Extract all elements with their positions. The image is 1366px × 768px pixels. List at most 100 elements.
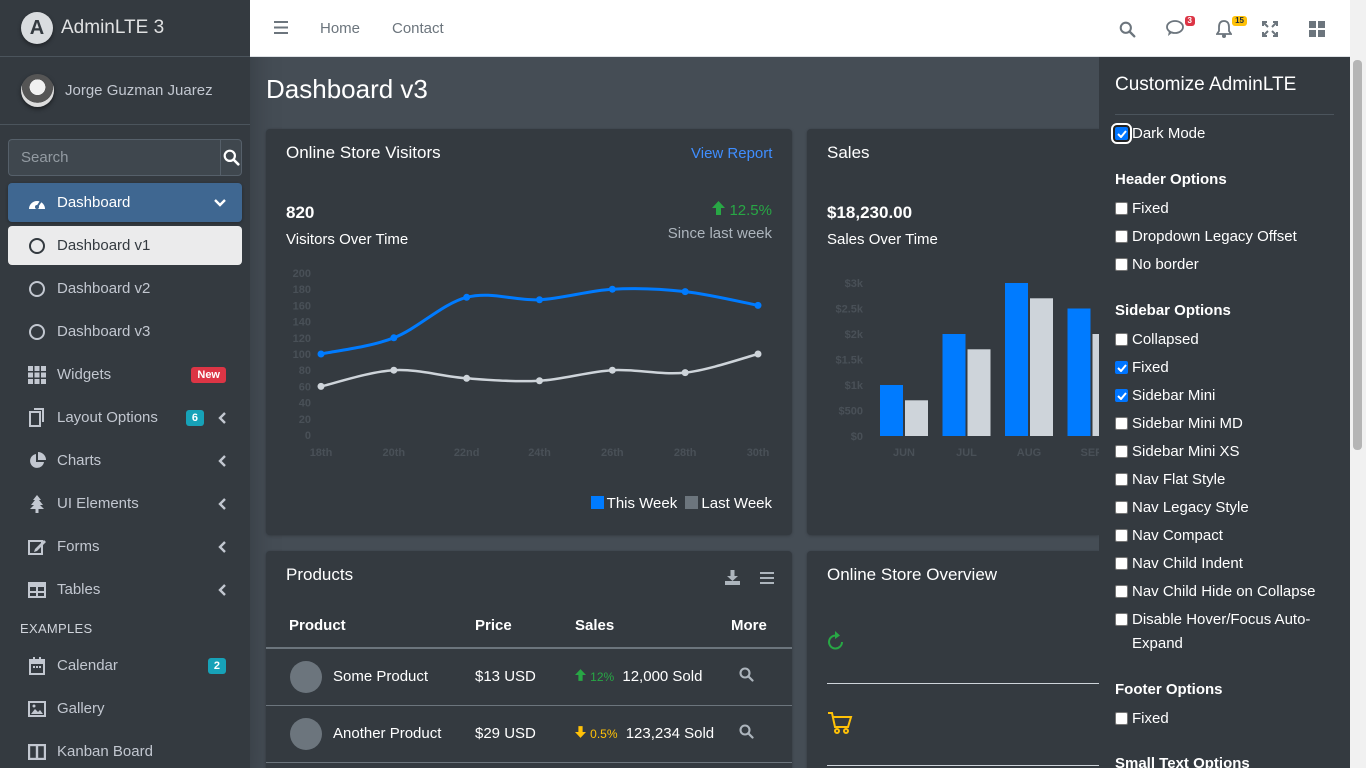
bar-jun-last-week[interactable] [905, 400, 928, 436]
nav-link-contact[interactable]: Contact [392, 20, 444, 37]
option-checkbox[interactable] [1115, 613, 1128, 626]
option-sidebar-mini-xs[interactable]: Sidebar Mini XS [1115, 440, 1335, 464]
option-no-border[interactable]: No border [1115, 253, 1335, 277]
user-name[interactable]: Jorge Guzman Juarez [65, 82, 213, 99]
option-checkbox[interactable] [1115, 445, 1128, 458]
control-sidebar-button[interactable] [1306, 18, 1328, 40]
option-checkbox[interactable] [1115, 361, 1128, 374]
option-dark-mode[interactable]: Dark Mode [1111, 122, 1335, 146]
data-point[interactable] [536, 377, 543, 385]
sidebar-item-dashboard-v2[interactable]: Dashboard v2 [8, 269, 242, 308]
products-card: Products Product Price Sales More Some P… [266, 551, 792, 768]
fullscreen-button[interactable] [1259, 18, 1281, 40]
tachometer-icon [27, 193, 47, 213]
sidebar-item-dashboard[interactable]: Dashboard [8, 183, 242, 222]
nav-link-home[interactable]: Home [320, 20, 360, 37]
data-point[interactable] [317, 382, 325, 390]
bar-aug-this-week[interactable] [1005, 283, 1028, 436]
footer-options-heading: Footer Options [1115, 681, 1223, 698]
option-checkbox[interactable] [1115, 389, 1128, 402]
sidebar-item-ui-elements[interactable]: UI Elements [8, 484, 242, 523]
search-input[interactable] [8, 139, 220, 176]
bars-menu-icon[interactable] [760, 571, 774, 589]
dark-mode-checkbox[interactable] [1111, 123, 1132, 144]
bar-aug-last-week[interactable] [1030, 298, 1053, 436]
option-nav-child-indent[interactable]: Nav Child Indent [1115, 552, 1335, 576]
bar-jul-this-week[interactable] [942, 334, 966, 436]
option-nav-compact[interactable]: Nav Compact [1115, 524, 1335, 548]
data-point[interactable] [681, 369, 689, 377]
option-checkbox[interactable] [1115, 501, 1128, 514]
data-point[interactable] [536, 296, 543, 304]
sidebar-item-layout-options[interactable]: Layout Options 6 [8, 398, 242, 437]
data-point[interactable] [390, 334, 398, 342]
option-checkbox[interactable] [1115, 557, 1128, 570]
sidebar-item-label: Widgets [57, 366, 112, 383]
sidebar-item-dashboard-v1[interactable]: Dashboard v1 [8, 226, 242, 265]
search-icon[interactable] [739, 724, 754, 739]
option-sidebar-mini[interactable]: Sidebar Mini [1115, 384, 1335, 408]
download-icon[interactable] [725, 570, 740, 590]
y-tick-label: 100 [293, 349, 311, 361]
copy-icon [27, 408, 47, 428]
option-checkbox[interactable] [1115, 202, 1128, 215]
option-sidebar-mini-md[interactable]: Sidebar Mini MD [1115, 412, 1335, 436]
sidebar-item-gallery[interactable]: Gallery [8, 689, 242, 728]
small-text-options-heading: Small Text Options [1115, 755, 1250, 768]
sync-icon [827, 631, 845, 656]
sidebar-item-forms[interactable]: Forms [8, 527, 242, 566]
sidebar-item-dashboard-v3[interactable]: Dashboard v3 [8, 312, 242, 351]
option-fixed[interactable]: Fixed [1115, 197, 1335, 221]
messages-badge: 3 [1184, 16, 1195, 26]
sidebar-item-label: Layout Options [57, 409, 158, 426]
option-checkbox[interactable] [1115, 585, 1128, 598]
x-tick-label: 22nd [454, 447, 480, 459]
view-report-link[interactable]: View Report [691, 145, 772, 162]
option-fixed[interactable]: Fixed [1115, 356, 1335, 380]
option-nav-legacy-style[interactable]: Nav Legacy Style [1115, 496, 1335, 520]
option-checkbox[interactable] [1115, 473, 1128, 486]
y-tick-label: 60 [299, 381, 311, 393]
bar-sep-this-week[interactable] [1067, 308, 1091, 437]
option-checkbox[interactable] [1115, 258, 1128, 271]
sidebar-item-kanban-board[interactable]: Kanban Board [8, 732, 242, 768]
option-nav-child-hide-on-collapse[interactable]: Nav Child Hide on Collapse [1115, 580, 1335, 604]
navbar-search-button[interactable] [1116, 18, 1138, 40]
sidebar-item-widgets[interactable]: Widgets New [8, 355, 242, 394]
data-point[interactable] [608, 366, 616, 374]
option-checkbox[interactable] [1115, 712, 1128, 725]
data-point[interactable] [754, 350, 762, 358]
sidebar-item-calendar[interactable]: Calendar 2 [8, 646, 242, 685]
option-disable-hover-focus-auto-expand[interactable]: Disable Hover/Focus Auto-Expand [1115, 608, 1335, 656]
option-collapsed[interactable]: Collapsed [1115, 328, 1335, 352]
brand-link[interactable]: A AdminLTE 3 [0, 0, 250, 57]
sidebar-item-tables[interactable]: Tables [8, 570, 242, 609]
sidebar-item-charts[interactable]: Charts [8, 441, 242, 480]
messages-button[interactable]: 3 [1165, 16, 1195, 40]
avatar[interactable] [21, 74, 54, 107]
visitors-subtitle: Visitors Over Time [286, 231, 409, 248]
data-point[interactable] [608, 285, 616, 293]
bar-jul-last-week[interactable] [967, 349, 991, 436]
search-icon[interactable] [739, 667, 754, 682]
option-dropdown-legacy-offset[interactable]: Dropdown Legacy Offset [1115, 225, 1335, 249]
data-point[interactable] [463, 293, 471, 301]
option-nav-flat-style[interactable]: Nav Flat Style [1115, 468, 1335, 492]
option-fixed[interactable]: Fixed [1115, 707, 1335, 731]
option-checkbox[interactable] [1115, 529, 1128, 542]
data-point[interactable] [317, 350, 325, 358]
bar-jun-this-week[interactable] [880, 385, 903, 436]
data-point[interactable] [463, 374, 471, 382]
scrollbar-thumb[interactable] [1353, 60, 1362, 450]
data-point[interactable] [754, 301, 762, 309]
option-checkbox[interactable] [1115, 333, 1128, 346]
search-button[interactable] [220, 139, 242, 176]
product-price: $13 USD [475, 648, 575, 706]
data-point[interactable] [390, 366, 398, 374]
header-options-heading: Header Options [1115, 171, 1227, 188]
notifications-button[interactable]: 15 [1213, 16, 1247, 40]
hamburger-menu-icon[interactable] [274, 21, 288, 39]
option-checkbox[interactable] [1115, 230, 1128, 243]
data-point[interactable] [681, 288, 689, 296]
option-checkbox[interactable] [1115, 417, 1128, 430]
